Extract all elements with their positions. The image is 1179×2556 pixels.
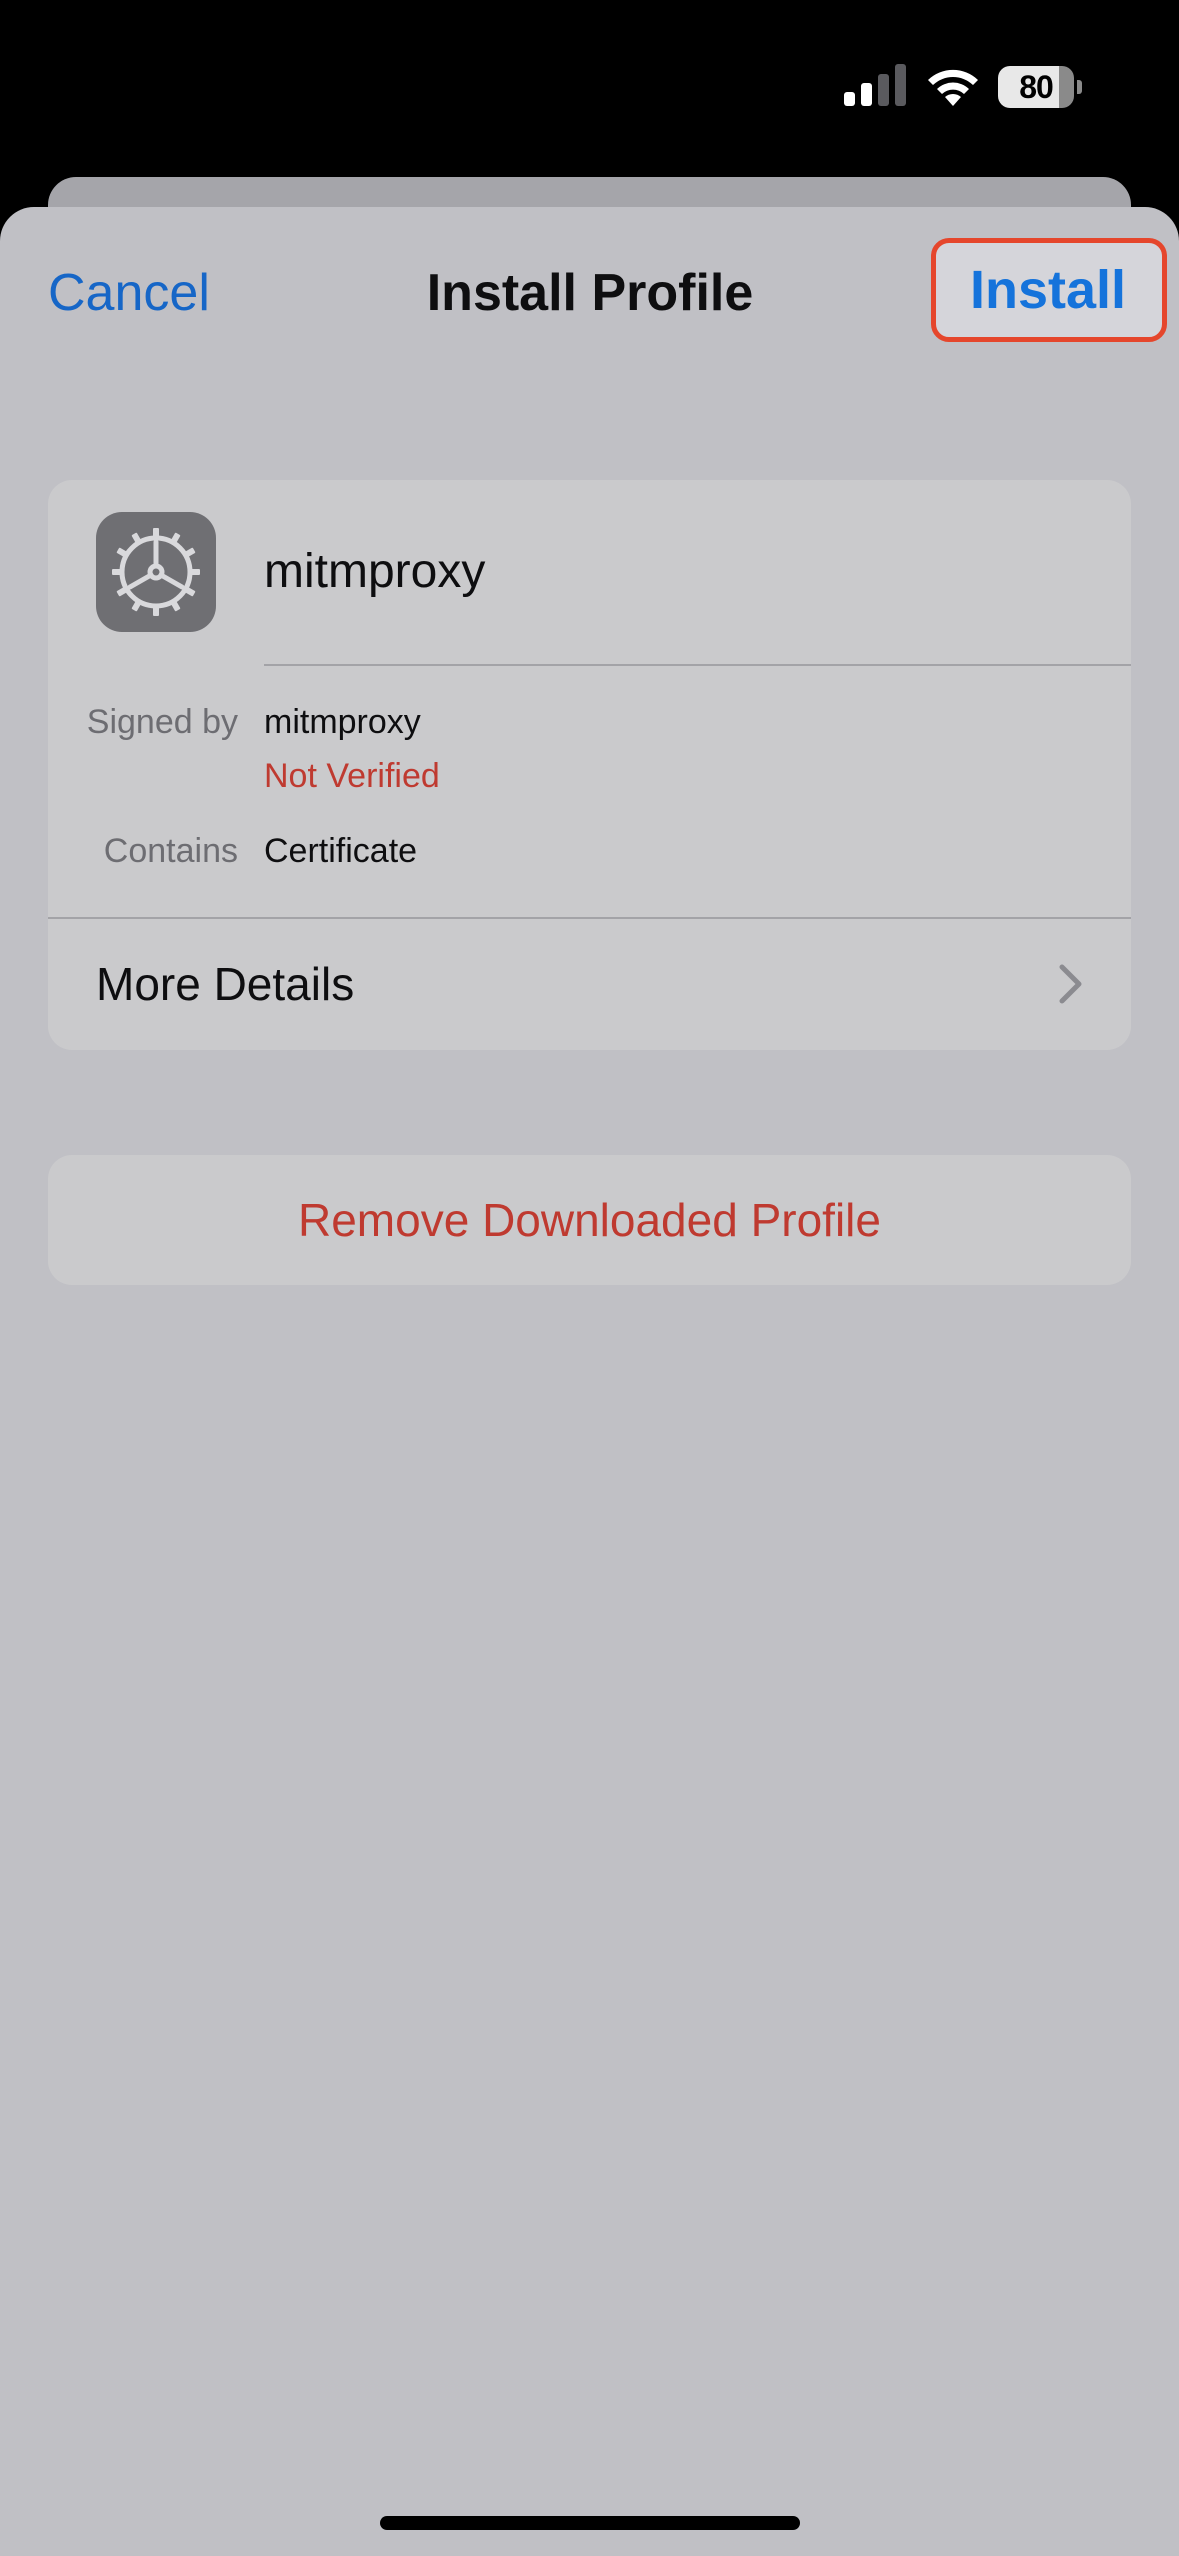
battery-cap [1077, 80, 1082, 94]
more-details-label: More Details [96, 958, 355, 1010]
cancel-button[interactable]: Cancel [48, 258, 210, 328]
contains-value: Certificate [264, 832, 418, 870]
status-bar: 80 [0, 0, 1179, 170]
page-title: Install Profile [426, 264, 754, 322]
more-details-row[interactable]: More Details [48, 919, 1131, 1050]
chevron-right-icon [1059, 964, 1082, 1004]
home-indicator[interactable] [380, 2516, 800, 2530]
screen: 80 Cancel Install Profile Install mitmpr… [0, 0, 1179, 2556]
install-button-label: Install [969, 260, 1126, 320]
battery-level: 80 [1019, 69, 1054, 105]
remove-downloaded-profile-button[interactable]: Remove Downloaded Profile [48, 1155, 1131, 1285]
divider [264, 664, 1131, 666]
cellular-signal-icon [844, 64, 906, 106]
install-button[interactable]: Install [931, 238, 1167, 342]
profile-card: mitmproxy Signed by mitmproxy Not Verifi… [48, 480, 1131, 1050]
contains-label: Contains [103, 832, 238, 870]
signed-by-label: Signed by [86, 703, 238, 741]
profile-name: mitmproxy [264, 545, 486, 598]
remove-downloaded-profile-label: Remove Downloaded Profile [298, 1194, 881, 1246]
battery-icon: 80 [998, 66, 1082, 108]
gear-glyph [112, 528, 200, 616]
verification-status: Not Verified [264, 757, 440, 795]
signed-by-value: mitmproxy [264, 703, 421, 741]
wifi-icon [928, 69, 978, 106]
settings-gear-icon [96, 512, 216, 632]
